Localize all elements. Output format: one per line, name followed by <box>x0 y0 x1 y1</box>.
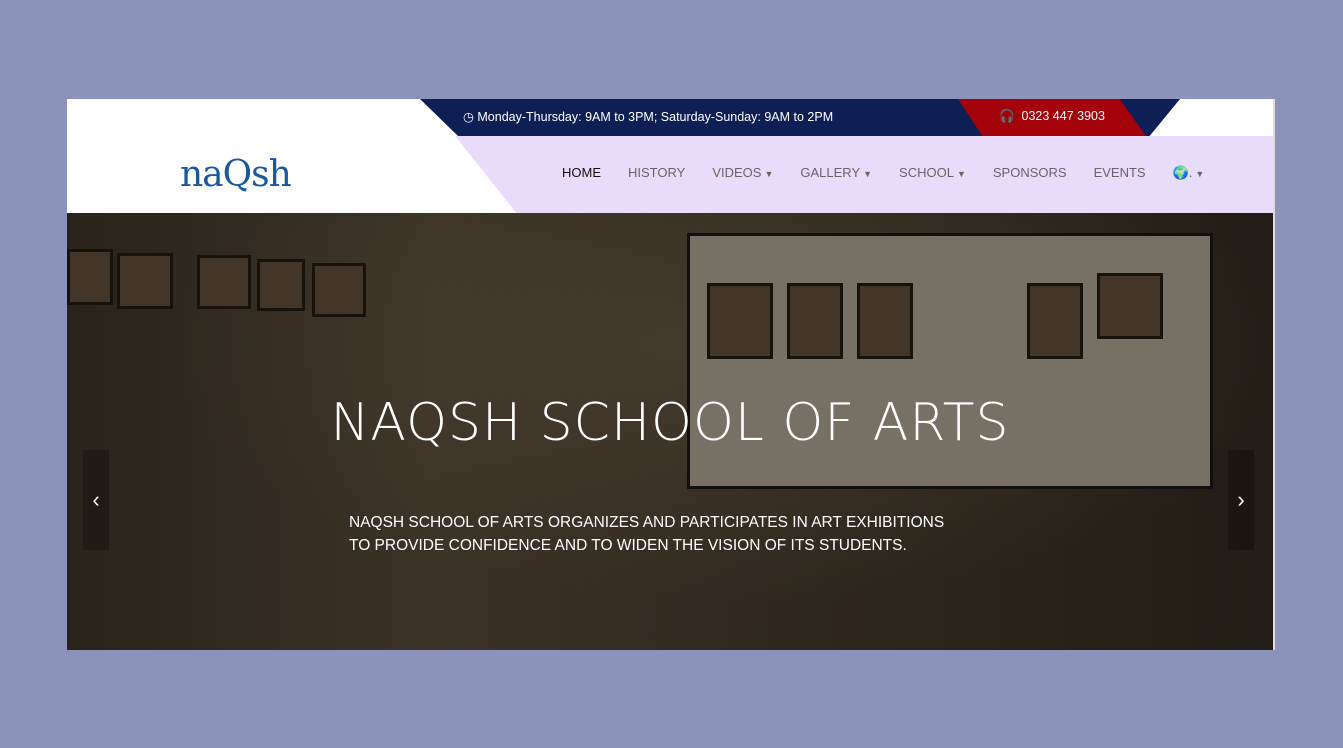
hours-text: Monday-Thursday: 9AM to 3PM; Saturday-Su… <box>477 110 834 124</box>
logo[interactable]: naQsh <box>180 154 292 195</box>
nav-home[interactable]: HOME <box>562 165 601 181</box>
caret-down-icon: ▼ <box>863 169 873 179</box>
opening-hours: ◷ Monday-Thursday: 9AM to 3PM; Saturday-… <box>463 109 833 124</box>
language-menu[interactable]: 🌍. ▼ <box>1173 165 1205 181</box>
nav-gallery-label: GALLERY <box>800 165 861 180</box>
caret-down-icon: ▼ <box>1195 169 1205 179</box>
nav-sponsors[interactable]: SPONSORS <box>993 165 1067 181</box>
website-frame: ◷ Monday-Thursday: 9AM to 3PM; Saturday-… <box>67 99 1275 650</box>
phone-text: 0323 447 3903 <box>1021 109 1105 123</box>
hero-caption: NAQSH SCHOOL OF ARTS ORGANIZES AND PARTI… <box>349 511 944 557</box>
hero-slider: NAQSH SCHOOL OF ARTS NAQSH SCHOOL OF ART… <box>67 213 1273 650</box>
scrollbar[interactable] <box>1273 99 1275 650</box>
globe-icon: 🌍 <box>1172 165 1189 180</box>
headphones-icon: 🎧 <box>999 109 1022 123</box>
nav-gallery[interactable]: GALLERY ▼ <box>800 165 872 181</box>
nav-videos-label: VIDEOS <box>712 165 762 180</box>
language-label: . <box>1188 165 1193 180</box>
main-nav: HOME HISTORY VIDEOS ▼ GALLERY ▼ SCHOOL ▼ SP… <box>562 165 1204 181</box>
next-slide-button[interactable]: › <box>1228 450 1254 550</box>
nav-videos[interactable]: VIDEOS ▼ <box>712 165 773 181</box>
nav-school[interactable]: SCHOOL ▼ <box>899 165 966 181</box>
phone-number[interactable]: 🎧 0323 447 3903 <box>999 109 1105 124</box>
caption-line: NAQSH SCHOOL OF ARTS ORGANIZES AND PARTI… <box>349 514 945 531</box>
hero-title: NAQSH SCHOOL OF ARTS <box>330 393 1010 453</box>
clock-icon: ◷ <box>463 110 478 124</box>
caret-down-icon: ▼ <box>764 169 774 179</box>
prev-slide-button[interactable]: ‹ <box>83 450 109 550</box>
nav-history[interactable]: HISTORY <box>628 165 685 181</box>
nav-school-label: SCHOOL <box>899 165 954 180</box>
caret-down-icon: ▼ <box>956 169 966 179</box>
caption-line: TO PROVIDE CONFIDENCE AND TO WIDEN THE V… <box>349 537 907 554</box>
nav-events[interactable]: EVENTS <box>1094 165 1146 181</box>
